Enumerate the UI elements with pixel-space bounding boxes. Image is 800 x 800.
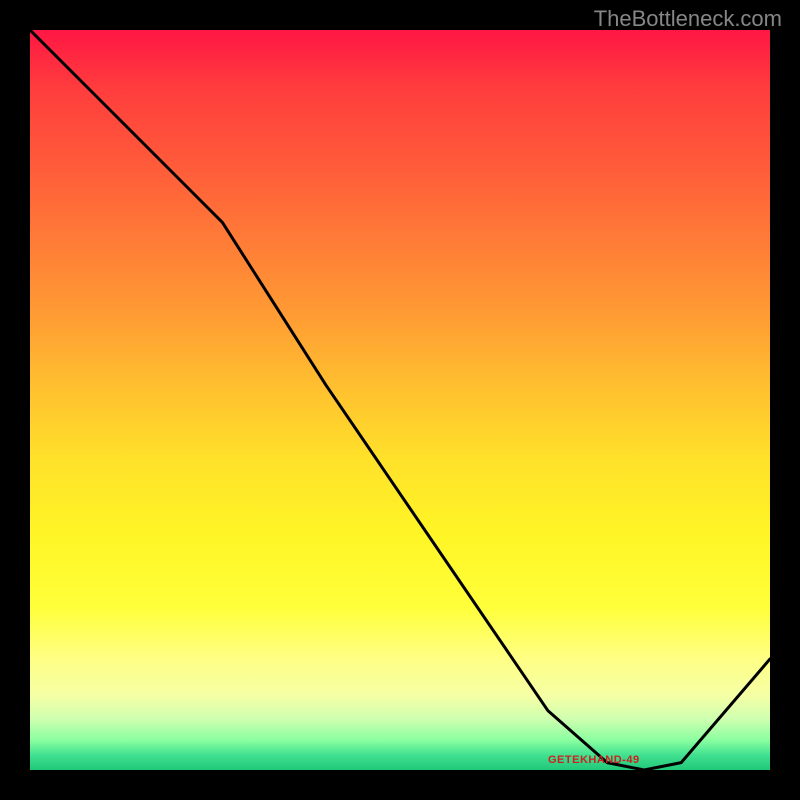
watermark-text: TheBottleneck.com: [594, 6, 782, 32]
chart-curve-svg: [30, 30, 770, 770]
chart-bottom-label: GETEKHAND-49: [548, 754, 640, 766]
chart-curve: [30, 30, 770, 770]
chart-plot-area: GETEKHAND-49: [30, 30, 770, 770]
